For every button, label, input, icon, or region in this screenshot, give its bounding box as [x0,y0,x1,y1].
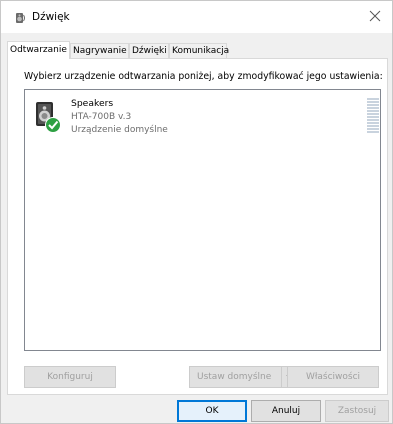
meter-segment [367,128,379,130]
apply-button[interactable]: Zastosuj [325,400,389,422]
volume-level-meter [367,98,379,133]
close-icon[interactable] [366,7,384,25]
device-status: Urządzenie domyślne [71,125,168,135]
speaker-icon [36,102,61,133]
device-name: Speakers [71,98,114,109]
meter-segment [367,104,379,106]
meter-segment [367,116,379,118]
playback-panel: Wybierz urządzenie odtwarzania poniżej, … [7,58,388,395]
device-list[interactable]: Speakers HTA-700B v.3 Urządzenie domyśln… [24,89,381,351]
meter-segment [367,131,379,133]
meter-segment [367,119,379,121]
configure-button[interactable]: Konfiguruj [24,366,116,388]
ok-button[interactable]: OK [177,400,247,422]
tab-komunikacja[interactable]: Komunikacja [169,43,229,58]
meter-segment [367,107,379,109]
meter-segment [367,125,379,127]
meter-segment [367,113,379,115]
meter-segment [367,101,379,103]
instruction-text: Wybierz urządzenie odtwarzania poniżej, … [24,71,383,82]
tab-dzwieki[interactable]: Dźwięki [129,43,169,58]
cancel-button[interactable]: Anuluj [251,400,321,422]
window-title: Dźwięk [32,11,70,23]
tab-odtwarzanie[interactable]: Odtwarzanie [7,41,70,59]
meter-segment [367,110,379,112]
meter-segment [367,98,379,100]
title-bar: Dźwięk [1,1,392,33]
set-default-label: Ustaw domyślne [197,372,272,382]
device-item[interactable]: Speakers HTA-700B v.3 Urządzenie domyśln… [25,90,380,142]
set-default-button[interactable]: Ustaw domyślne [189,366,299,388]
speaker-app-icon [16,13,25,23]
meter-segment [367,122,379,124]
properties-button[interactable]: Właściwości [287,366,379,388]
sound-dialog: Dźwięk Odtwarzanie Nagrywanie Dźwięki Ko… [0,0,393,424]
default-check-icon [45,117,61,133]
tab-nagrywanie[interactable]: Nagrywanie [70,43,129,58]
device-model: HTA-700B v.3 [71,112,132,122]
